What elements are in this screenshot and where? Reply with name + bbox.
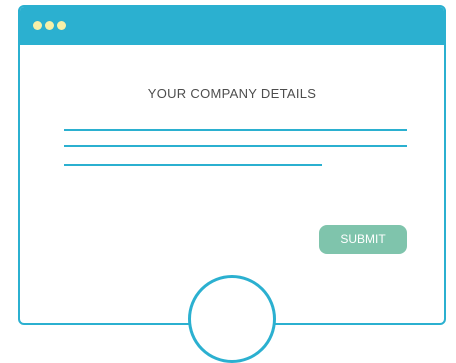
form-title: YOUR COMPANY DETAILS: [147, 86, 317, 101]
window-dot-2[interactable]: [45, 21, 54, 30]
window-titlebar: [20, 7, 444, 45]
form-field-line-3[interactable]: [64, 164, 322, 166]
form-field-line-1[interactable]: [64, 129, 407, 131]
form-field-line-2[interactable]: [64, 145, 407, 147]
decorative-circle: [188, 275, 276, 363]
window-dot-3[interactable]: [57, 21, 66, 30]
window-dot-1[interactable]: [33, 21, 42, 30]
submit-button[interactable]: SUBMIT: [319, 225, 407, 254]
